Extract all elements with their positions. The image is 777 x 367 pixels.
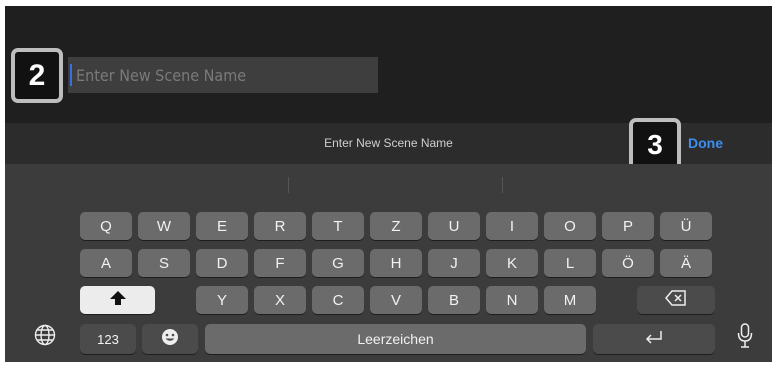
key-v[interactable]: V (370, 286, 422, 314)
key-t[interactable]: T (312, 212, 364, 240)
key-f[interactable]: F (254, 249, 306, 277)
delete-icon (665, 290, 687, 310)
app-screen: 2 Enter New Scene Name Done 3 Q W E R T … (5, 6, 772, 362)
key-n[interactable]: N (486, 286, 538, 314)
space-bar[interactable]: Leerzeichen (205, 324, 586, 354)
key-p[interactable]: P (602, 212, 654, 240)
key-s[interactable]: S (138, 249, 190, 277)
shift-key[interactable] (80, 286, 155, 314)
key-l[interactable]: L (544, 249, 596, 277)
key-j[interactable]: J (428, 249, 480, 277)
suggestion-divider (288, 177, 289, 193)
step-badge-2: 2 (11, 48, 63, 103)
key-a-umlaut[interactable]: Ä (660, 249, 712, 277)
emoji-icon (161, 328, 179, 350)
key-o-umlaut[interactable]: Ö (602, 249, 654, 277)
key-r[interactable]: R (254, 212, 306, 240)
key-o[interactable]: O (544, 212, 596, 240)
key-c[interactable]: C (312, 286, 364, 314)
key-m[interactable]: M (544, 286, 596, 314)
key-q[interactable]: Q (80, 212, 132, 240)
key-g[interactable]: G (312, 249, 364, 277)
suggestion-divider (502, 177, 503, 193)
key-h[interactable]: H (370, 249, 422, 277)
key-e[interactable]: E (196, 212, 248, 240)
text-cursor (70, 64, 72, 86)
done-button[interactable]: Done (688, 123, 723, 164)
key-a[interactable]: A (80, 249, 132, 277)
globe-key[interactable] (33, 324, 57, 351)
return-key[interactable] (593, 324, 715, 354)
key-u[interactable]: U (428, 212, 480, 240)
scene-name-input[interactable] (68, 57, 378, 93)
key-z[interactable]: Z (370, 212, 422, 240)
delete-key[interactable] (637, 286, 715, 314)
key-b[interactable]: B (428, 286, 480, 314)
key-x[interactable]: X (254, 286, 306, 314)
return-icon (643, 329, 665, 349)
key-y[interactable]: Y (196, 286, 248, 314)
emoji-key[interactable] (142, 324, 198, 354)
dictation-key[interactable] (734, 322, 756, 354)
shift-icon (109, 290, 127, 310)
key-k[interactable]: K (486, 249, 538, 277)
key-w[interactable]: W (138, 212, 190, 240)
key-u-umlaut[interactable]: Ü (660, 212, 712, 240)
key-i[interactable]: I (486, 212, 538, 240)
content-area: 2 (5, 6, 772, 123)
microphone-icon (737, 322, 753, 354)
key-d[interactable]: D (196, 249, 248, 277)
globe-icon (34, 324, 56, 351)
numbers-key[interactable]: 123 (80, 324, 136, 354)
keyboard: Q W E R T Z U I O P Ü A S D F G H J K L … (5, 164, 772, 362)
